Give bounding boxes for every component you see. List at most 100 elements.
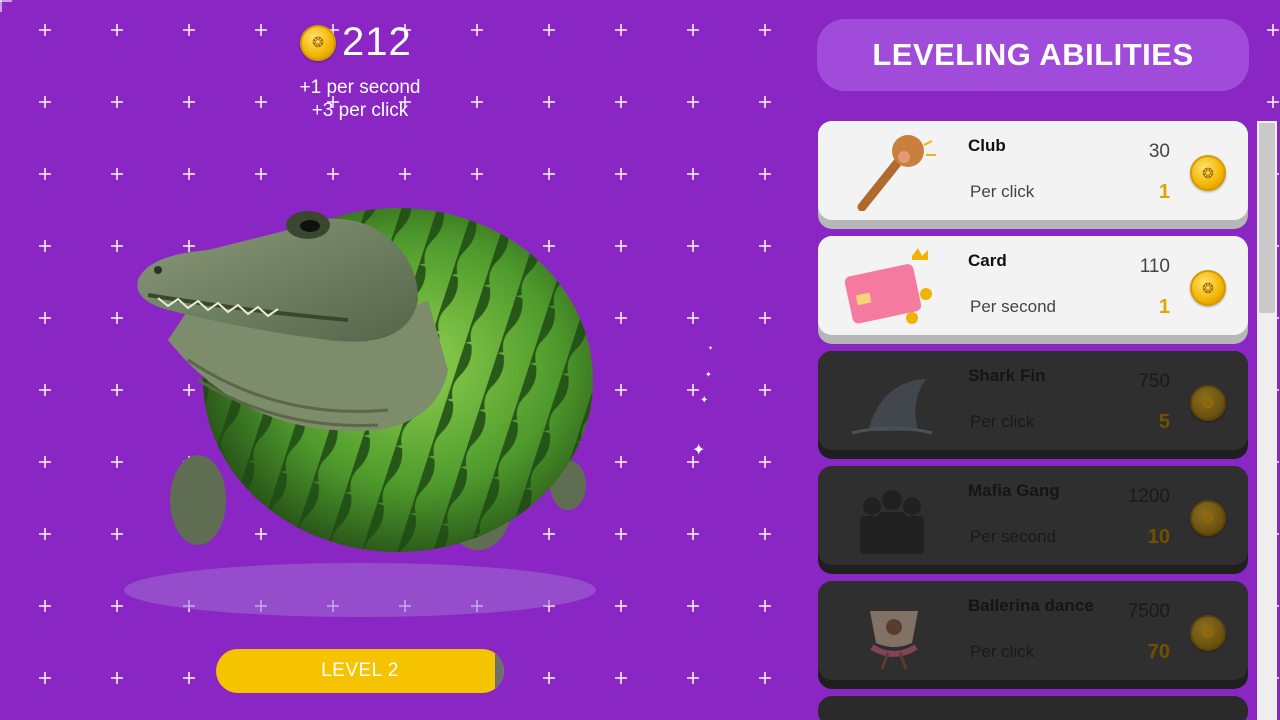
- plus-decoration: [615, 528, 627, 540]
- plus-decoration: [543, 24, 555, 36]
- plus-decoration: [111, 528, 123, 540]
- plus-decoration: [1267, 96, 1279, 108]
- coin-amount: 212: [342, 20, 412, 64]
- plus-decoration: [687, 384, 699, 396]
- plus-decoration: [39, 312, 51, 324]
- coin-icon: ❂: [1190, 385, 1226, 421]
- plus-decoration: [111, 312, 123, 324]
- ability-gain: 1: [1158, 181, 1170, 203]
- coin-icon: ❂: [1190, 615, 1226, 651]
- coin-icon: ❂: [1190, 270, 1226, 306]
- ability-name: Club: [968, 136, 1006, 155]
- plus-decoration: [687, 528, 699, 540]
- plus-decoration: [39, 672, 51, 684]
- ability-card[interactable]: Shark Fin Per click 750 5 ❂: [818, 351, 1248, 459]
- plus-decoration: [615, 312, 627, 324]
- plus-decoration: [39, 168, 51, 180]
- plus-decoration: [183, 24, 195, 36]
- ability-type: Per click: [970, 412, 1035, 431]
- plus-decoration: [1267, 24, 1279, 36]
- character-shadow: [124, 563, 596, 617]
- ability-gain: 1: [1158, 296, 1170, 318]
- plus-decoration: [615, 240, 627, 252]
- club-icon: [842, 131, 942, 212]
- plus-decoration: [615, 24, 627, 36]
- ballerina-cup-icon: [842, 591, 942, 671]
- coin-icon: ❂: [300, 24, 336, 61]
- plus-decoration: [39, 528, 51, 540]
- plus-decoration: [615, 384, 627, 396]
- credit-card-icon: [842, 246, 942, 326]
- plus-decoration: [111, 240, 123, 252]
- plus-decoration: [687, 168, 699, 180]
- ability-gain: 70: [1147, 641, 1170, 663]
- plus-decoration: [615, 672, 627, 684]
- ability-cost: 7500: [1127, 601, 1170, 622]
- plus-decoration: [255, 24, 267, 36]
- plus-decoration: [39, 240, 51, 252]
- plus-decoration: [543, 672, 555, 684]
- plus-decoration: [759, 240, 771, 252]
- plus-decoration: [687, 672, 699, 684]
- plus-decoration: [615, 168, 627, 180]
- plus-decoration: [111, 672, 123, 684]
- mafia-gang-icon: [842, 476, 942, 556]
- coin-icon: ❂: [1190, 155, 1226, 191]
- per-second-rate: +1 per second: [299, 77, 421, 98]
- plus-decoration: [759, 96, 771, 108]
- ability-cost: 30: [1148, 141, 1170, 162]
- shark-fin-icon: [842, 361, 942, 441]
- ability-name: Mafia Gang: [968, 481, 1060, 500]
- plus-decoration: [39, 600, 51, 612]
- plus-decoration: [759, 672, 771, 684]
- plus-decoration: [111, 168, 123, 180]
- level-label: LEVEL 2: [321, 660, 399, 681]
- sparkle-icon: ✦: [705, 370, 712, 379]
- plus-decoration: [759, 312, 771, 324]
- plus-decoration: [615, 600, 627, 612]
- plus-decoration: [687, 600, 699, 612]
- plus-decoration: [615, 96, 627, 108]
- watermelon-crocodile-character[interactable]: [128, 170, 598, 560]
- coin-counter: ❂ 212: [300, 20, 412, 65]
- ability-type: Per second: [970, 527, 1056, 546]
- plus-decoration: [687, 96, 699, 108]
- plus-decoration: [759, 24, 771, 36]
- plus-decoration: [39, 456, 51, 468]
- coin-icon: ❂: [1190, 500, 1226, 536]
- plus-decoration: [687, 312, 699, 324]
- sparkle-icon: ✦: [692, 442, 706, 459]
- plus-decoration: [39, 24, 51, 36]
- plus-decoration: [39, 96, 51, 108]
- level-progress-bar: LEVEL 2: [216, 649, 504, 693]
- plus-decoration: [759, 168, 771, 180]
- plus-decoration: [111, 456, 123, 468]
- sparkle-icon: ✦: [700, 395, 709, 406]
- ability-card[interactable]: Ballerina dance Per click 7500 70 ❂: [818, 581, 1248, 689]
- ability-name: Shark Fin: [968, 366, 1046, 385]
- ability-cost: 750: [1138, 371, 1170, 392]
- plus-decoration: [111, 384, 123, 396]
- level-progress-remaining: [495, 649, 504, 693]
- ability-type: Per click: [970, 182, 1035, 201]
- plus-decoration: [111, 600, 123, 612]
- sparkle-icon: ✦: [708, 346, 714, 352]
- ability-type: Per second: [970, 297, 1056, 316]
- ability-gain: 5: [1158, 411, 1170, 433]
- ability-list-scrollbar[interactable]: [1257, 121, 1277, 720]
- ability-card[interactable]: Card Per second 110 1 ❂: [818, 236, 1248, 344]
- plus-decoration: [471, 24, 483, 36]
- plus-decoration: [687, 24, 699, 36]
- ability-type: Per click: [970, 642, 1035, 661]
- ability-card-partial[interactable]: [818, 696, 1248, 720]
- plus-decoration: [183, 96, 195, 108]
- ability-card[interactable]: Mafia Gang Per second 1200 10 ❂: [818, 466, 1248, 574]
- ability-cost: 110: [1139, 256, 1170, 277]
- plus-decoration: [759, 384, 771, 396]
- plus-decoration: [759, 456, 771, 468]
- plus-decoration: [759, 600, 771, 612]
- plus-decoration: [687, 240, 699, 252]
- scrollbar-thumb[interactable]: [1259, 123, 1275, 313]
- ability-card[interactable]: Club Per click 30 1 ❂: [818, 121, 1248, 229]
- plus-decoration: [615, 456, 627, 468]
